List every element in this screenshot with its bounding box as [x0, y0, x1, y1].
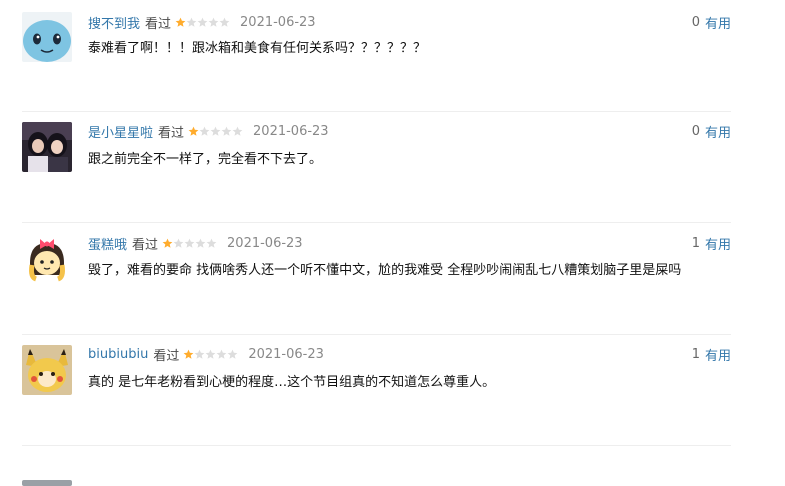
comment-meta: 搜不到我 看过 2021-06-23	[88, 12, 316, 32]
useful-button[interactable]: 有用	[705, 122, 731, 141]
comment-date: 2021-06-23	[227, 235, 303, 251]
comment-text: 跟之前完全不一样了，完全看不下去了。	[88, 151, 323, 167]
star-rating	[162, 238, 217, 249]
star-filled-icon	[175, 17, 186, 27]
star-rating	[183, 349, 238, 360]
star-empty-icon	[227, 349, 238, 359]
watch-status: 看过	[145, 16, 172, 32]
watch-status: 看过	[158, 126, 185, 141]
comment-meta: biubiubiu 看过 2021-06-23	[88, 345, 324, 365]
comment-item: 是小星星啦 看过 2021-06-23 0 有用 跟之前完全不一样了，完全看不下…	[22, 112, 731, 223]
username-link[interactable]: biubiubiu	[88, 347, 148, 362]
star-empty-icon	[232, 126, 243, 136]
useful-button[interactable]: 有用	[705, 13, 731, 32]
pikachu-avatar[interactable]	[22, 344, 72, 395]
comment-text: 泰难看了啊！！！跟冰箱和美食有任何关系吗？？？？？？	[88, 41, 427, 56]
star-empty-icon	[221, 126, 232, 136]
useful-button[interactable]: 有用	[705, 345, 731, 364]
watch-status: 看过	[153, 349, 180, 364]
star-rating	[188, 126, 243, 137]
useful-count: 1	[691, 347, 700, 362]
comment-text: 真的 是七年老粉看到心梗的程度…这个节目组真的不知道怎么尊重人。	[88, 374, 496, 390]
useful-vote: 1 有用	[692, 233, 731, 253]
star-empty-icon	[184, 238, 195, 248]
star-empty-icon	[216, 349, 227, 359]
star-filled-icon	[188, 126, 199, 136]
comment-item: 搜不到我 看过 2021-06-23 0 有用 泰难看了啊！！！跟冰箱和美食有任…	[22, 0, 731, 112]
star-empty-icon	[206, 238, 217, 248]
comment-date: 2021-06-23	[240, 14, 316, 30]
useful-vote: 0 有用	[692, 12, 731, 32]
username-link[interactable]: 蛋糕哦	[88, 234, 127, 253]
useful-button[interactable]: 有用	[705, 234, 731, 253]
useful-count: 0	[691, 14, 700, 30]
star-empty-icon	[199, 126, 210, 136]
comment-meta: 蛋糕哦 看过 2021-06-23	[88, 233, 303, 253]
comment-item: biubiubiu 看过 2021-06-23 1 有用 真的 是七年老粉看到心…	[22, 335, 731, 446]
useful-count: 0	[691, 124, 700, 139]
username-link[interactable]: 搜不到我	[88, 13, 140, 32]
star-empty-icon	[195, 238, 206, 248]
star-filled-icon	[183, 349, 194, 359]
comment-text: 毁了，难看的要命 找俩啥秀人还一个听不懂中文，尬的我难受 全程吵吵闹闹乱七八糟策…	[88, 263, 682, 278]
star-rating	[175, 17, 230, 28]
star-empty-icon	[194, 349, 205, 359]
watch-status: 看过	[132, 237, 159, 253]
star-empty-icon	[173, 238, 184, 248]
username-link[interactable]: 是小星星啦	[88, 122, 153, 141]
star-empty-icon	[205, 349, 216, 359]
avatar[interactable]	[22, 480, 72, 486]
comment-item-partial	[22, 446, 731, 486]
useful-count: 1	[691, 235, 700, 251]
comment-meta: 是小星星啦 看过 2021-06-23	[88, 122, 329, 142]
useful-vote: 0 有用	[692, 122, 731, 142]
star-empty-icon	[186, 17, 197, 27]
comment-list: 搜不到我 看过 2021-06-23 0 有用 泰难看了啊！！！跟冰箱和美食有任…	[22, 0, 731, 486]
cartoon-girl-avatar[interactable]	[22, 233, 72, 283]
squirtle-avatar[interactable]	[22, 12, 72, 62]
star-empty-icon	[210, 126, 221, 136]
useful-vote: 1 有用	[692, 345, 731, 365]
girls-photo-avatar[interactable]	[22, 121, 72, 172]
star-empty-icon	[219, 17, 230, 27]
star-empty-icon	[197, 17, 208, 27]
star-empty-icon	[208, 17, 219, 27]
comment-item: 蛋糕哦 看过 2021-06-23 1 有用 毁了，难看的要命 找俩啥秀人还一个…	[22, 223, 731, 335]
star-filled-icon	[162, 238, 173, 248]
comment-date: 2021-06-23	[248, 347, 324, 362]
comment-date: 2021-06-23	[253, 124, 329, 139]
